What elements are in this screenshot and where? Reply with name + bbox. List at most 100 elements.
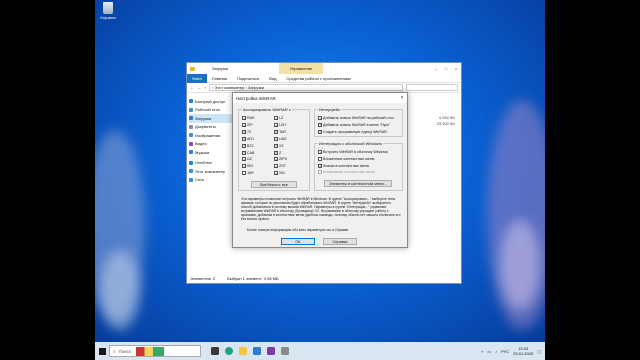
checkbox-icon bbox=[242, 122, 247, 128]
checkbox-label: Z bbox=[279, 150, 282, 155]
store-icon[interactable] bbox=[253, 347, 261, 355]
language-indicator[interactable]: РУС bbox=[501, 349, 509, 354]
checkbox-label: Встроить WinRAR в оболочку Windows bbox=[323, 150, 388, 154]
help-button[interactable]: Справка bbox=[323, 238, 357, 245]
assoc-checkbox-zip[interactable]: ZIP bbox=[242, 122, 253, 128]
back-icon[interactable]: ← bbox=[190, 85, 194, 90]
toggle-all-button[interactable]: Все/Никого: все bbox=[251, 181, 297, 188]
volume-icon[interactable]: ♪ bbox=[495, 349, 497, 354]
file-size-column: 4 962 КБ 23 902 КБ bbox=[437, 115, 455, 127]
network-icon[interactable]: ▭ bbox=[487, 349, 491, 354]
tab-app-tools[interactable]: Средства работы с приложениями bbox=[281, 76, 355, 81]
file-explorer-icon[interactable] bbox=[239, 347, 247, 355]
picture-icon bbox=[189, 133, 193, 138]
start-button[interactable] bbox=[95, 347, 109, 355]
nav-item-documents[interactable]: Документы bbox=[189, 123, 233, 132]
folder-icon bbox=[189, 107, 193, 112]
recycle-bin-label: Корзина bbox=[100, 15, 116, 20]
close-icon[interactable]: × bbox=[397, 95, 407, 101]
pinned-apps bbox=[211, 347, 289, 355]
tab-home[interactable]: Главная bbox=[207, 76, 232, 81]
context-tab-manage[interactable]: Управление bbox=[279, 63, 323, 74]
assoc-checkbox-lz[interactable]: LZ bbox=[274, 115, 283, 122]
download-icon bbox=[189, 116, 193, 121]
close-icon[interactable]: × bbox=[451, 66, 461, 71]
folder-icon bbox=[190, 66, 195, 71]
file-size: 23 902 КБ bbox=[436, 121, 455, 126]
nav-item-network[interactable]: Сеть bbox=[189, 176, 233, 185]
checkbox-icon bbox=[318, 170, 322, 175]
installer-icon[interactable] bbox=[281, 347, 289, 355]
nav-item-music[interactable]: Музыка bbox=[189, 148, 233, 157]
checkbox-label: ARJ bbox=[247, 136, 254, 141]
assoc-checkbox-bz2[interactable]: BZ2 bbox=[242, 143, 254, 149]
status-bar: Элементов: 2 Выбран 1 элемент: 3,98 МБ bbox=[187, 274, 461, 283]
clock[interactable]: 19:23 29.01.2025 bbox=[513, 346, 533, 356]
navigation-pane: Быстрый доступ Рабочий стол Загрузки Док… bbox=[187, 94, 235, 274]
tab-file[interactable]: Файл bbox=[187, 73, 207, 83]
tab-view[interactable]: Вид bbox=[264, 76, 281, 81]
context-menu-items-button[interactable]: Элементы в контекстном меню... bbox=[324, 180, 392, 187]
nav-item-quick-access[interactable]: Быстрый доступ bbox=[189, 97, 233, 106]
assoc-checkbox-7z[interactable]: 7Z bbox=[242, 129, 251, 135]
notifications-icon[interactable]: ▢ bbox=[537, 349, 541, 354]
more-info-text: Более полную информацию обо всех парамет… bbox=[247, 228, 350, 232]
nav-item-video[interactable]: Видео bbox=[189, 140, 233, 149]
shell-checkbox-2[interactable]: Вложенные контекстные меню bbox=[318, 156, 374, 162]
assoc-checkbox-xz[interactable]: XZ bbox=[274, 143, 284, 149]
nav-item-downloads[interactable]: Загрузки bbox=[189, 114, 233, 123]
checkbox-label: Добавить значок WinRAR на рабочий стол bbox=[323, 116, 394, 120]
checkbox-label: ZIPX bbox=[279, 157, 287, 162]
nav-item-onedrive[interactable]: OneDrive bbox=[189, 159, 233, 168]
assoc-checkbox-lzh[interactable]: LZH bbox=[274, 122, 286, 128]
minimize-icon[interactable]: – bbox=[431, 66, 441, 71]
chevron-up-icon[interactable]: ˄ bbox=[481, 349, 483, 354]
checkbox-icon bbox=[318, 116, 323, 122]
clock-date: 29.01.2025 bbox=[513, 351, 534, 356]
forward-icon[interactable]: → bbox=[197, 85, 201, 90]
assoc-checkbox-jar[interactable]: JAR bbox=[242, 170, 254, 176]
assoc-checkbox-001[interactable]: 001 bbox=[274, 170, 285, 177]
assoc-checkbox-uue[interactable]: UUE bbox=[274, 136, 287, 142]
checkbox-label: RAR bbox=[247, 116, 255, 120]
assoc-checkbox-iso[interactable]: ISO bbox=[242, 163, 254, 170]
checkbox-label: GZ bbox=[247, 157, 252, 162]
winrar-icon[interactable] bbox=[267, 347, 275, 355]
nav-item-pictures[interactable]: Изображения bbox=[189, 131, 233, 140]
checkbox-label: Создать программную группу WinRAR bbox=[323, 129, 387, 134]
checkbox-label: Устаревшие контекстные меню bbox=[323, 170, 376, 175]
assoc-checkbox-cab[interactable]: CAB bbox=[242, 150, 254, 156]
shell-checkbox-1[interactable]: Встроить WinRAR в оболочку Windows bbox=[318, 149, 388, 156]
interface-checkbox-3[interactable]: Создать программную группу WinRAR bbox=[318, 129, 387, 135]
up-icon[interactable]: ↑ bbox=[204, 85, 206, 90]
checkbox-icon bbox=[274, 164, 279, 170]
checkbox-icon bbox=[318, 163, 323, 169]
assoc-checkbox-zipx[interactable]: ZIPX bbox=[274, 156, 287, 163]
assoc-checkbox-tar[interactable]: TAR bbox=[274, 129, 286, 135]
network-icon bbox=[189, 177, 193, 182]
shell-checkbox-4: Устаревшие контекстные меню bbox=[318, 169, 375, 175]
search-input[interactable] bbox=[406, 84, 458, 91]
nav-item-desktop[interactable]: Рабочий стол bbox=[189, 106, 233, 115]
checkbox-label: ISO bbox=[247, 164, 254, 169]
shell-checkbox-3[interactable]: Значки в контекстных меню bbox=[318, 163, 369, 169]
interface-checkbox-2[interactable]: Добавить значок WinRAR в меню "Пуск" bbox=[318, 122, 390, 128]
assoc-checkbox-arj[interactable]: ARJ bbox=[242, 136, 254, 142]
checkbox-icon bbox=[274, 136, 279, 142]
assoc-checkbox-gz[interactable]: GZ bbox=[242, 156, 252, 163]
task-view-icon[interactable] bbox=[211, 347, 219, 355]
taskbar-search[interactable]: ⌕ Поиск bbox=[109, 345, 201, 357]
tab-share[interactable]: Поделиться bbox=[232, 76, 264, 81]
interface-checkbox-1[interactable]: Добавить значок WinRAR на рабочий стол bbox=[318, 115, 394, 122]
maximize-icon[interactable]: □ bbox=[441, 66, 451, 71]
assoc-checkbox-zst[interactable]: ZST bbox=[274, 163, 286, 170]
nav-item-this-pc[interactable]: Этот компьютер bbox=[189, 167, 233, 176]
edge-icon[interactable] bbox=[225, 347, 233, 355]
checkbox-icon bbox=[318, 156, 322, 161]
assoc-checkbox-rar[interactable]: RAR bbox=[242, 115, 255, 122]
address-bar[interactable]: › Этот компьютер › Загрузки bbox=[209, 84, 403, 91]
ok-button[interactable]: ОК bbox=[281, 238, 315, 245]
recycle-bin-shortcut[interactable]: Корзина bbox=[97, 2, 119, 20]
assoc-checkbox-z[interactable]: Z bbox=[274, 150, 281, 156]
checkbox-icon bbox=[242, 150, 247, 156]
